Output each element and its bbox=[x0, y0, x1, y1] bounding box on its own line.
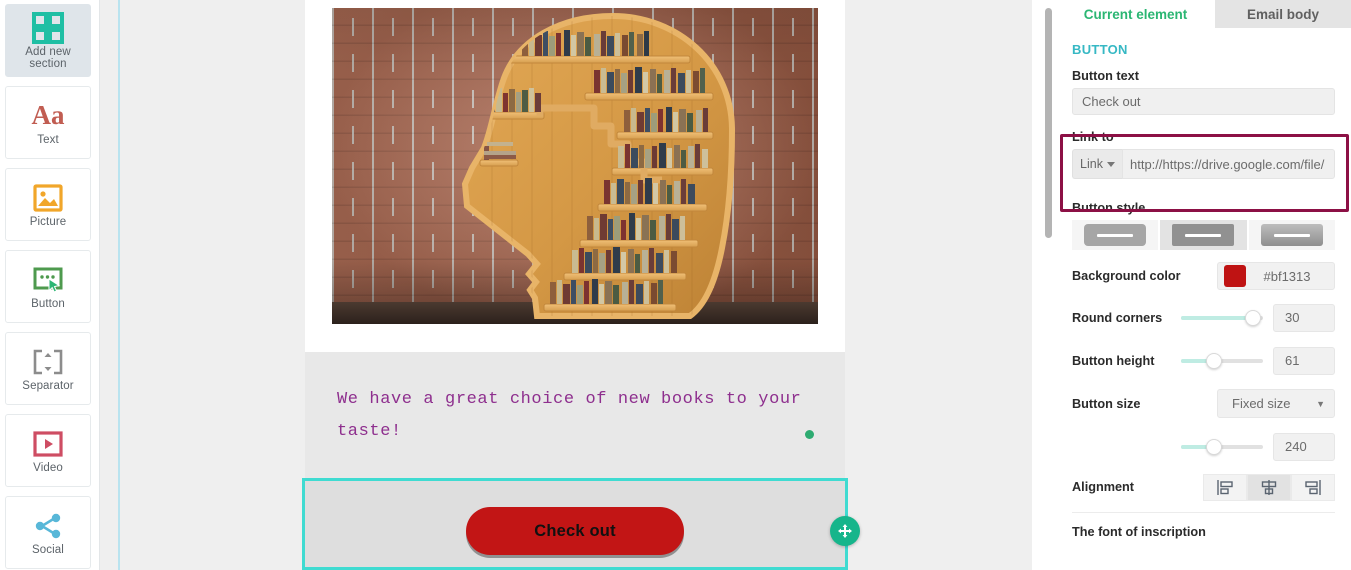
sidebar-item-text[interactable]: Aa Text bbox=[5, 86, 91, 159]
email-canvas-area: We have a great choice of new books to y… bbox=[100, 0, 1032, 570]
text-block-marker-dot bbox=[805, 430, 814, 439]
sidebar-item-button[interactable]: Button bbox=[5, 250, 91, 323]
tab-email-body[interactable]: Email body bbox=[1215, 0, 1351, 28]
round-corners-value[interactable]: 30 bbox=[1273, 303, 1335, 332]
button-size-label: Button size bbox=[1072, 396, 1141, 411]
link-to-label: Link to bbox=[1072, 130, 1114, 144]
sidebar-item-video[interactable]: Video bbox=[5, 414, 91, 487]
sidebar-item-label: Separator bbox=[22, 379, 74, 392]
button-text-input[interactable]: Check out bbox=[1072, 88, 1335, 115]
link-url-input[interactable]: http://https://drive.google.com/file/ bbox=[1122, 149, 1335, 179]
canvas-guide-left bbox=[118, 0, 120, 570]
text-block[interactable]: We have a great choice of new books to y… bbox=[305, 352, 845, 478]
sidebar-item-label: Button bbox=[31, 297, 65, 310]
button-style-option-rounded[interactable] bbox=[1072, 220, 1159, 250]
button-height-slider[interactable] bbox=[1181, 350, 1263, 372]
round-corners-label: Round corners bbox=[1072, 310, 1163, 325]
align-left-button[interactable] bbox=[1203, 473, 1247, 501]
text-aa-icon: Aa bbox=[31, 100, 65, 131]
sidebar-item-picture[interactable]: Picture bbox=[5, 168, 91, 241]
link-type-select[interactable]: Link bbox=[1072, 149, 1122, 179]
app-root: Add new section Aa Text Picture Button S… bbox=[0, 0, 1351, 570]
button-cursor-icon bbox=[33, 263, 63, 297]
chevron-down-icon bbox=[1106, 161, 1115, 167]
background-color-row: Background color #bf1313 bbox=[1072, 256, 1335, 296]
background-color-label: Background color bbox=[1072, 269, 1181, 283]
button-height-row: Button height 61 bbox=[1072, 339, 1335, 382]
video-play-icon bbox=[33, 427, 63, 461]
tool-sidebar: Add new section Aa Text Picture Button S… bbox=[0, 0, 100, 570]
background-color-value: #bf1313 bbox=[1263, 268, 1311, 284]
sidebar-item-label: Text bbox=[37, 133, 59, 146]
alignment-row: Alignment bbox=[1072, 468, 1335, 506]
checkout-cta-button[interactable]: Check out bbox=[466, 507, 684, 555]
bookshelf-head-illustration bbox=[461, 12, 736, 319]
alignment-label: Alignment bbox=[1072, 480, 1135, 494]
panel-tabs: Current element Email body bbox=[1056, 0, 1351, 28]
button-size-value: Fixed size bbox=[1232, 396, 1291, 411]
align-left-icon bbox=[1217, 479, 1233, 495]
round-corners-slider[interactable] bbox=[1181, 307, 1263, 329]
align-right-button[interactable] bbox=[1291, 473, 1335, 501]
move-arrows-icon bbox=[838, 524, 852, 538]
button-height-value[interactable]: 61 bbox=[1273, 346, 1335, 375]
color-swatch[interactable] bbox=[1224, 265, 1246, 287]
sidebar-item-social[interactable]: Social bbox=[5, 496, 91, 569]
button-style-options bbox=[1072, 220, 1335, 250]
hero-image[interactable] bbox=[332, 8, 818, 324]
button-text-label: Button text bbox=[1072, 69, 1139, 83]
canvas-scrollbar[interactable] bbox=[1045, 8, 1052, 238]
email-document: We have a great choice of new books to y… bbox=[302, 0, 848, 570]
button-height-label: Button height bbox=[1072, 353, 1155, 368]
button-size-row: Button size Fixed size ▼ bbox=[1072, 382, 1335, 425]
separator-icon bbox=[32, 345, 64, 379]
link-type-value: Link bbox=[1080, 157, 1103, 171]
properties-panel: Current element Email body BUTTON Button… bbox=[1056, 0, 1351, 570]
sidebar-item-label: Video bbox=[33, 461, 63, 474]
tab-current-element[interactable]: Current element bbox=[1056, 0, 1215, 28]
font-of-inscription-label: The font of inscription bbox=[1072, 525, 1206, 539]
button-size-select[interactable]: Fixed size ▼ bbox=[1217, 389, 1335, 418]
link-to-row: Link http://https://drive.google.com/fil… bbox=[1072, 149, 1335, 179]
button-block-selected[interactable]: Check out bbox=[302, 478, 848, 570]
button-width-row: 240 bbox=[1072, 425, 1335, 468]
drag-handle[interactable] bbox=[830, 516, 860, 546]
sidebar-item-label: Add new section bbox=[25, 45, 71, 71]
sidebar-item-separator[interactable]: Separator bbox=[5, 332, 91, 405]
alignment-options bbox=[1203, 473, 1335, 501]
sidebar-item-add-new-section[interactable]: Add new section bbox=[5, 4, 91, 77]
align-center-icon bbox=[1261, 479, 1277, 495]
button-style-label: Button style bbox=[1072, 201, 1146, 215]
button-width-slider[interactable] bbox=[1181, 436, 1263, 458]
button-style-option-gradient[interactable] bbox=[1248, 220, 1335, 250]
image-block[interactable] bbox=[305, 0, 845, 340]
picture-icon bbox=[33, 181, 63, 215]
grid-icon bbox=[32, 11, 64, 45]
round-corners-row: Round corners 30 bbox=[1072, 296, 1335, 339]
email-paragraph: We have a great choice of new books to y… bbox=[337, 390, 802, 441]
share-nodes-icon bbox=[33, 509, 63, 543]
panel-body: BUTTON Button text Check out Link to Lin… bbox=[1056, 28, 1351, 539]
button-style-option-square[interactable] bbox=[1160, 220, 1247, 250]
chevron-down-icon: ▼ bbox=[1316, 398, 1325, 409]
button-width-value[interactable]: 240 bbox=[1273, 432, 1335, 461]
align-right-icon bbox=[1305, 479, 1321, 495]
align-center-button[interactable] bbox=[1247, 473, 1291, 501]
sidebar-item-label: Social bbox=[32, 543, 64, 556]
sidebar-item-label: Picture bbox=[29, 215, 67, 228]
background-color-field[interactable]: #bf1313 bbox=[1217, 262, 1335, 290]
panel-section-title: BUTTON bbox=[1072, 42, 1128, 57]
